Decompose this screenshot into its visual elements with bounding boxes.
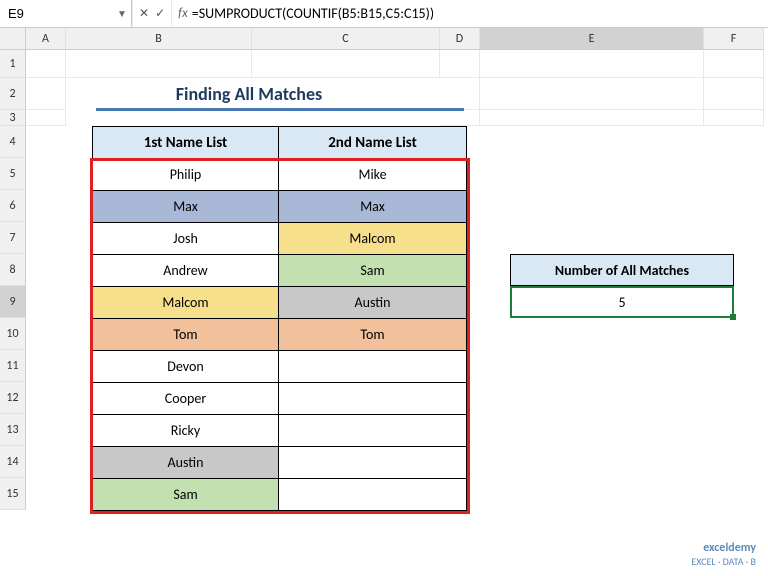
table-cell[interactable]: Max [93, 191, 279, 223]
table-cell[interactable]: Austin [279, 287, 467, 319]
fx-icon[interactable]: fx [178, 6, 188, 21]
table-cell[interactable]: Sam [279, 255, 467, 287]
row-header[interactable]: 5 [0, 158, 26, 190]
table-cell[interactable]: Andrew [93, 255, 279, 287]
table-cell[interactable] [279, 415, 467, 447]
name-box-container: ▼ [0, 0, 132, 27]
table-cell[interactable] [279, 479, 467, 511]
title-underline [96, 108, 464, 111]
table-cell[interactable] [279, 447, 467, 479]
row-header[interactable]: 2 [0, 78, 26, 110]
row-headers: 1 2 3 4 5 6 7 8 9 10 11 12 13 14 15 [0, 50, 26, 576]
table-cell[interactable]: Josh [93, 223, 279, 255]
select-all-corner[interactable] [0, 28, 26, 50]
row-header[interactable]: 6 [0, 190, 26, 222]
table-cell[interactable]: Malcom [93, 287, 279, 319]
table-cell[interactable]: Austin [93, 447, 279, 479]
formula-bar: ▼ ✕ ✓ fx [0, 0, 768, 28]
result-label: Number of All Matches [510, 254, 734, 286]
watermark: exceldemy EXCEL · DATA · B [691, 541, 756, 568]
col-header-a[interactable]: A [26, 28, 66, 50]
table-header: 1st Name List [93, 127, 279, 159]
row-header[interactable]: 12 [0, 382, 26, 414]
table-cell[interactable]: Mike [279, 159, 467, 191]
spreadsheet-grid[interactable]: Finding All Matches 1st Name List 2nd Na… [26, 50, 764, 576]
table-cell[interactable]: Philip [93, 159, 279, 191]
row-header[interactable]: 4 [0, 126, 26, 158]
result-value-cell[interactable]: 5 [510, 286, 734, 318]
col-header-e[interactable]: E [480, 28, 704, 50]
row-header[interactable]: 9 [0, 286, 26, 318]
row-header[interactable]: 3 [0, 110, 26, 126]
check-icon[interactable]: ✓ [155, 6, 165, 21]
row-header[interactable]: 11 [0, 350, 26, 382]
col-header-c[interactable]: C [252, 28, 440, 50]
page-title: Finding All Matches [176, 83, 322, 105]
table-cell[interactable] [279, 383, 467, 415]
names-table: 1st Name List 2nd Name List PhilipMikeMa… [92, 126, 467, 511]
col-header-f[interactable]: F [704, 28, 764, 50]
table-cell[interactable]: Max [279, 191, 467, 223]
row-header[interactable]: 13 [0, 414, 26, 446]
row-header[interactable]: 14 [0, 446, 26, 478]
table-cell[interactable]: Cooper [93, 383, 279, 415]
table-cell[interactable]: Devon [93, 351, 279, 383]
row-header[interactable]: 1 [0, 50, 26, 78]
table-cell[interactable]: Tom [93, 319, 279, 351]
table-header: 2nd Name List [279, 127, 467, 159]
formula-toolbar: ✕ ✓ [133, 0, 171, 27]
table-cell[interactable]: Tom [279, 319, 467, 351]
name-box-dropdown-icon[interactable]: ▼ [117, 7, 127, 20]
row-header[interactable]: 8 [0, 254, 26, 286]
formula-input[interactable] [188, 3, 608, 24]
result-box: Number of All Matches 5 [510, 254, 734, 318]
row-header[interactable]: 10 [0, 318, 26, 350]
table-cell[interactable]: Ricky [93, 415, 279, 447]
row-header[interactable]: 7 [0, 222, 26, 254]
table-cell[interactable]: Malcom [279, 223, 467, 255]
cancel-icon[interactable]: ✕ [139, 6, 149, 21]
table-cell[interactable]: Sam [93, 479, 279, 511]
column-headers: A B C D E F [0, 28, 768, 50]
name-box[interactable] [4, 4, 64, 23]
row-header[interactable]: 15 [0, 478, 26, 510]
col-header-b[interactable]: B [66, 28, 252, 50]
table-cell[interactable] [279, 351, 467, 383]
col-header-d[interactable]: D [440, 28, 480, 50]
